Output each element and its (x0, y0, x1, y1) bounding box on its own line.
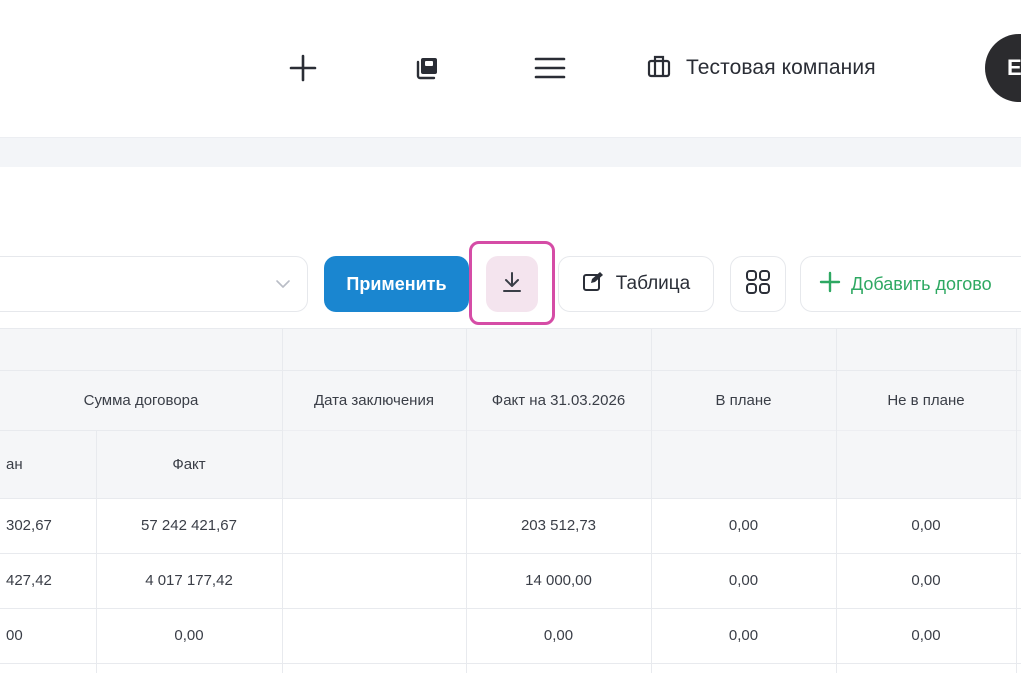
header-plan[interactable]: ан (0, 430, 96, 498)
cell-not-in-plan: 0,00 (911, 627, 941, 644)
edit-icon (582, 270, 604, 298)
cell-plan: 00 (6, 627, 23, 644)
header-divider-band (0, 137, 1021, 167)
cell-plan: 302,67 (6, 517, 52, 534)
download-button[interactable] (486, 256, 538, 312)
company-switcher[interactable]: Тестовая компания (646, 50, 876, 86)
cell-plan: 427,42 (6, 572, 52, 589)
copy-icon[interactable] (407, 48, 447, 88)
company-name: Тестовая компания (686, 56, 876, 79)
table-edit-button[interactable]: Таблица (558, 256, 714, 312)
cell-fact-on-date: 14 000,00 (525, 572, 592, 589)
cell-fact-on-date: 203 512,73 (520, 517, 597, 534)
add-contract-button[interactable]: Добавить догово (800, 256, 1021, 312)
download-icon (501, 270, 523, 299)
plus-icon (819, 271, 841, 298)
table-border (0, 328, 1021, 329)
cell-conclusion-date (282, 553, 466, 608)
cell-in-plan: 0,00 (728, 627, 759, 644)
plus-icon[interactable] (283, 48, 323, 88)
cell-conclusion-date (282, 608, 466, 663)
cell-in-plan: 0,00 (728, 572, 759, 589)
header-fact-on-date[interactable]: Факт на 31.03.2026 (466, 370, 651, 430)
cell-fact: 0,00 (174, 627, 204, 644)
cell-fact: 4 017 177,42 (145, 572, 233, 589)
cell-not-in-plan: 0,00 (911, 517, 941, 534)
cell-fact: 57 242 421,67 (141, 517, 237, 534)
table-border (0, 663, 1021, 664)
page: Тестовая компания Е Применить Таблица До… (0, 0, 1021, 673)
top-header: Тестовая компания Е (0, 0, 1021, 138)
header-contract-sum[interactable]: Сумма договора (0, 370, 282, 430)
header-conclusion-date[interactable]: Дата заключения (282, 370, 466, 430)
cell-in-plan: 0,00 (728, 517, 759, 534)
table-border (1016, 328, 1017, 673)
table-edit-label: Таблица (615, 273, 691, 294)
apply-button[interactable]: Применить (324, 256, 469, 312)
header-not-in-plan[interactable]: Не в плане (836, 370, 1016, 430)
header-fact[interactable]: Факт (96, 430, 282, 498)
cell-not-in-plan: 0,00 (911, 572, 941, 589)
grid-view-button[interactable] (730, 256, 786, 312)
building-icon (646, 53, 672, 84)
header-in-plan[interactable]: В плане (651, 370, 836, 430)
chevron-down-icon (275, 277, 291, 295)
grid-icon (745, 269, 771, 300)
avatar-letter: Е (1007, 55, 1021, 80)
add-contract-label: Добавить догово (851, 273, 992, 294)
filter-select[interactable] (0, 256, 308, 312)
menu-icon[interactable] (530, 48, 570, 88)
cell-conclusion-date (282, 498, 466, 553)
cell-fact-on-date: 0,00 (543, 627, 574, 644)
avatar[interactable]: Е (985, 34, 1021, 102)
